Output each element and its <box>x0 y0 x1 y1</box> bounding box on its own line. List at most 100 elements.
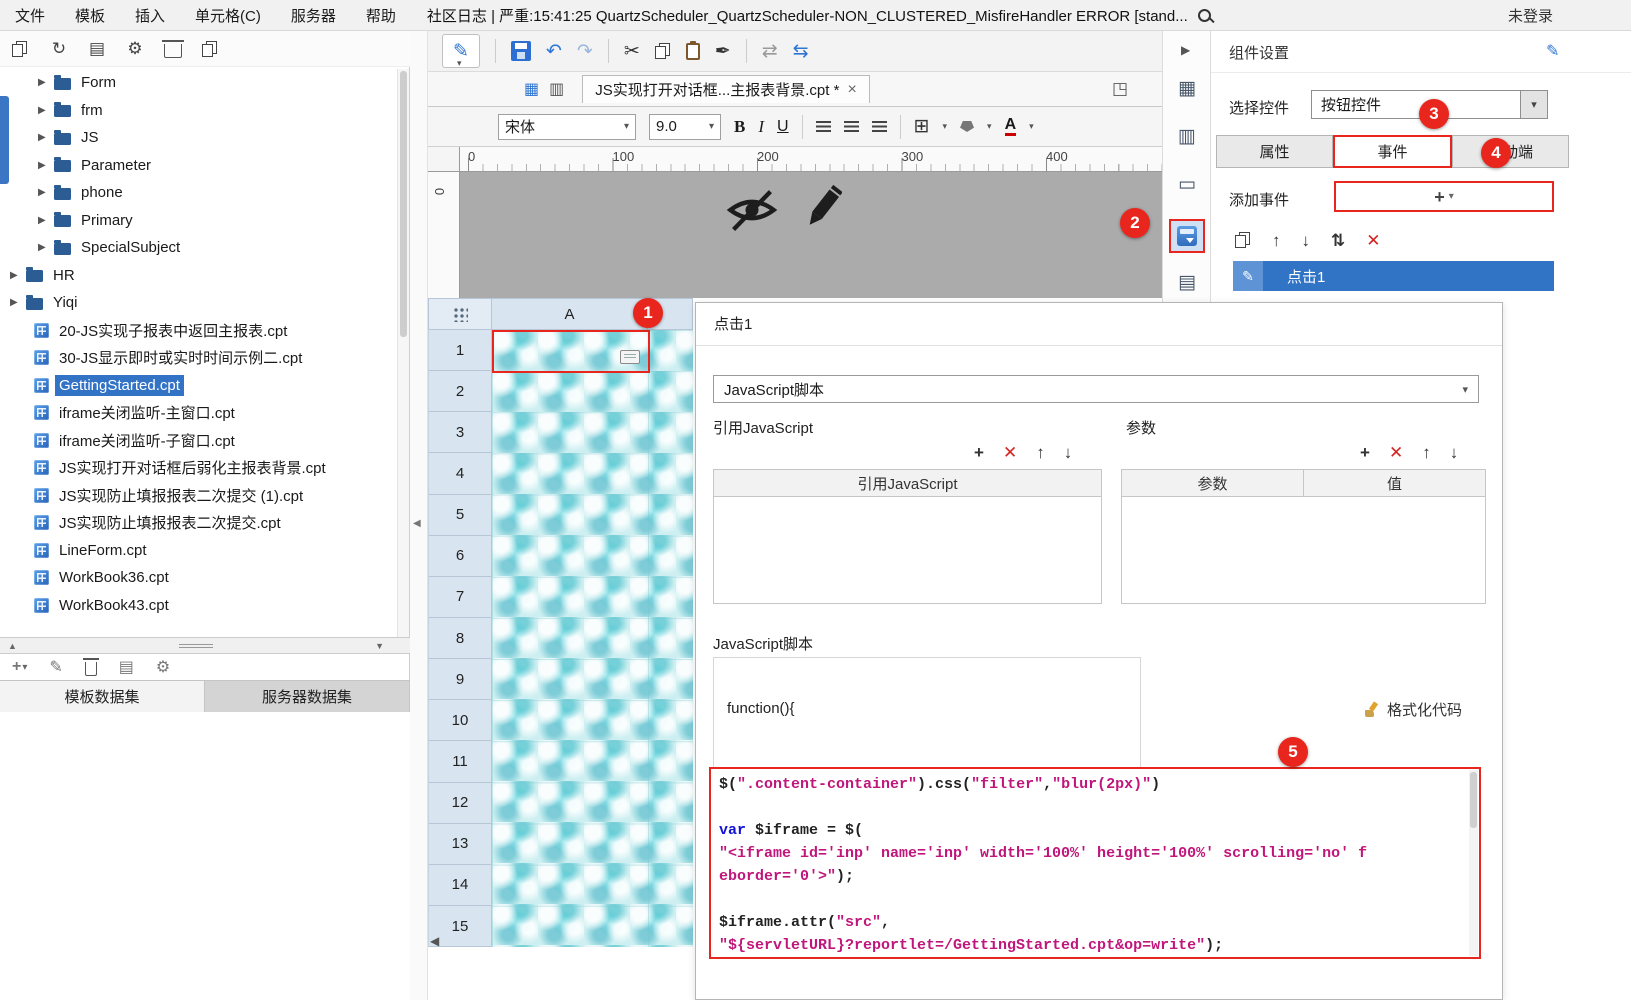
row-header-8[interactable]: 8 <box>429 617 492 660</box>
menu-item-6[interactable]: 帮助 <box>351 5 411 26</box>
row-header-14[interactable]: 14 <box>429 864 492 906</box>
tree-expand-icon[interactable]: ▶ <box>10 270 20 281</box>
row-header-11[interactable]: 11 <box>429 741 492 783</box>
sync-blue-icon[interactable]: ⇆ <box>793 42 809 61</box>
paste-button[interactable] <box>685 40 700 60</box>
row-header-4[interactable]: 4 <box>429 453 492 495</box>
splitter-down-icon[interactable]: ▼ <box>375 641 384 651</box>
menu-item-4[interactable]: 单元格(C) <box>180 5 276 26</box>
widget-settings-icon[interactable] <box>1169 219 1205 253</box>
tree-item-4[interactable]: ▶ Parameter <box>0 152 398 180</box>
row-header-5[interactable]: 5 <box>429 494 492 536</box>
new-report-icon[interactable] <box>12 40 30 57</box>
condition-attributes-icon[interactable]: ▤ <box>1163 271 1211 294</box>
login-status[interactable]: 未登录 <box>1508 5 1553 26</box>
tree-item-14[interactable]: iframe关闭监听-子窗口.cpt <box>0 427 398 455</box>
js-code-editor[interactable]: $(".content-container").css("filter","bl… <box>709 767 1481 959</box>
chevron-down-icon[interactable]: ▾ <box>1029 121 1034 132</box>
tree-expand-icon[interactable]: ▶ <box>38 215 48 226</box>
tree-scrollbar[interactable] <box>397 69 409 637</box>
tree-item-10[interactable]: 20-JS实现子报表中返回主报表.cpt <box>0 317 398 345</box>
row-header-1[interactable]: 1 <box>429 330 492 372</box>
delete-dataset-icon[interactable] <box>82 658 99 676</box>
collapse-left-icon[interactable]: ◀ <box>413 518 421 529</box>
tab-events[interactable]: 事件 <box>1333 135 1452 168</box>
tree-item-2[interactable]: ▶ frm <box>0 97 398 125</box>
tab-server-datasets[interactable]: 服务器数据集 <box>205 680 410 712</box>
splitter-up-icon[interactable]: ▲ <box>8 641 17 651</box>
row-header-6[interactable]: 6 <box>429 535 492 577</box>
font-size-select[interactable]: 9.0 ▾ <box>649 113 721 140</box>
underline-button[interactable]: U <box>777 118 789 136</box>
row-header-13[interactable]: 13 <box>429 823 492 865</box>
report-canvas[interactable] <box>460 172 1162 298</box>
add-dataset-icon[interactable]: + ▾ <box>12 658 27 676</box>
param-move-down-icon[interactable]: ↓ <box>1450 444 1459 461</box>
button-widget-chip[interactable] <box>620 350 640 364</box>
control-select[interactable]: 按钮控件 <box>1311 90 1521 119</box>
edit-dataset-icon[interactable]: ✎ <box>49 657 62 677</box>
sync-icon[interactable]: ⇄ <box>762 42 778 61</box>
copy-file-icon[interactable] <box>202 40 220 57</box>
delete-ref-js-icon[interactable]: ✕ <box>1003 444 1017 461</box>
move-down-icon[interactable]: ↓ <box>1064 444 1073 461</box>
move-up-icon[interactable]: ↑ <box>1036 444 1045 461</box>
font-color-button[interactable]: A <box>1004 116 1017 137</box>
event-item-click1[interactable]: 点击1 <box>1263 261 1554 291</box>
chevron-down-icon[interactable]: ▾ <box>457 58 462 69</box>
menu-item-5[interactable]: 服务器 <box>276 5 351 26</box>
js-function-header-box[interactable]: function(){ <box>713 657 1141 771</box>
tree-item-3[interactable]: ▶ JS <box>0 124 398 152</box>
italic-button[interactable]: I <box>758 117 764 137</box>
format-code-button[interactable]: 格式化代码 <box>1364 699 1462 720</box>
code-scrollbar-thumb[interactable] <box>1470 772 1477 828</box>
sidebar-collapse-handle[interactable]: ◀ <box>410 31 428 1000</box>
add-ref-js-icon[interactable]: + <box>974 444 984 461</box>
tree-item-20[interactable]: WorkBook43.cpt <box>0 592 398 620</box>
tree-item-11[interactable]: 30-JS显示即时或实时时间示例二.cpt <box>0 344 398 372</box>
tree-item-6[interactable]: ▶ Primary <box>0 207 398 235</box>
chevron-down-icon[interactable]: ▾ <box>987 121 992 132</box>
borders-button[interactable]: ⊞ <box>914 117 930 136</box>
panel-splitter[interactable]: ▲ ▼ <box>0 637 410 654</box>
chevron-down-icon[interactable]: ▾ <box>943 121 948 132</box>
row-header-3[interactable]: 3 <box>429 412 492 454</box>
dataset-settings-icon[interactable]: ⚙ <box>156 657 170 677</box>
tree-expand-icon[interactable]: ▶ <box>38 242 48 253</box>
tab-properties[interactable]: 属性 <box>1216 135 1333 168</box>
select-all-corner[interactable] <box>428 298 492 330</box>
preview-report-icon[interactable]: ▤ <box>88 40 106 57</box>
event-move-up-icon[interactable]: ↑ <box>1272 232 1281 249</box>
menu-item-3[interactable]: 插入 <box>120 5 180 26</box>
close-tab-icon[interactable]: × <box>847 81 856 99</box>
tree-expand-icon[interactable]: ▶ <box>38 77 48 88</box>
tree-item-17[interactable]: JS实现防止填报报表二次提交.cpt <box>0 509 398 537</box>
add-event-dropdown[interactable]: + ▾ <box>1334 181 1554 212</box>
cell-element-icon[interactable]: ▥ <box>1163 125 1211 148</box>
copy-button[interactable] <box>654 43 671 59</box>
tree-item-13[interactable]: iframe关闭监听-主窗口.cpt <box>0 399 398 427</box>
delete-file-icon[interactable] <box>162 39 184 58</box>
save-button[interactable] <box>511 41 531 61</box>
copy-event-icon[interactable] <box>1235 232 1251 248</box>
event-type-select[interactable]: JavaScript脚本 ▾ <box>713 375 1479 403</box>
cell-attributes-icon[interactable]: ▦ <box>1163 77 1211 100</box>
selected-cell-a1[interactable] <box>492 330 650 373</box>
event-sort-icon[interactable]: ⇅ <box>1331 232 1345 249</box>
code-scrollbar[interactable] <box>1469 770 1478 956</box>
tree-expand-icon[interactable]: ▶ <box>10 297 20 308</box>
cell-edit-button[interactable]: ✎ ▾ <box>442 34 480 68</box>
arrange-windows-icon[interactable]: ◳ <box>1112 79 1128 99</box>
report-settings-icon[interactable]: ⚙ <box>126 40 144 57</box>
edit-event-icon[interactable]: ✎ <box>1233 261 1263 291</box>
search-icon[interactable] <box>1197 8 1211 22</box>
collapsed-panel-strip[interactable] <box>0 96 9 184</box>
edit-component-icon[interactable]: ✎ <box>1546 41 1559 61</box>
column-header-a[interactable]: A <box>492 298 648 330</box>
event-move-down-icon[interactable]: ↓ <box>1302 232 1311 249</box>
tree-scrollbar-thumb[interactable] <box>400 71 407 337</box>
redo-button[interactable]: ↷ <box>577 42 593 61</box>
align-right-button[interactable] <box>871 121 887 132</box>
bold-button[interactable]: B <box>734 117 745 137</box>
report-cells-area[interactable] <box>492 330 693 947</box>
